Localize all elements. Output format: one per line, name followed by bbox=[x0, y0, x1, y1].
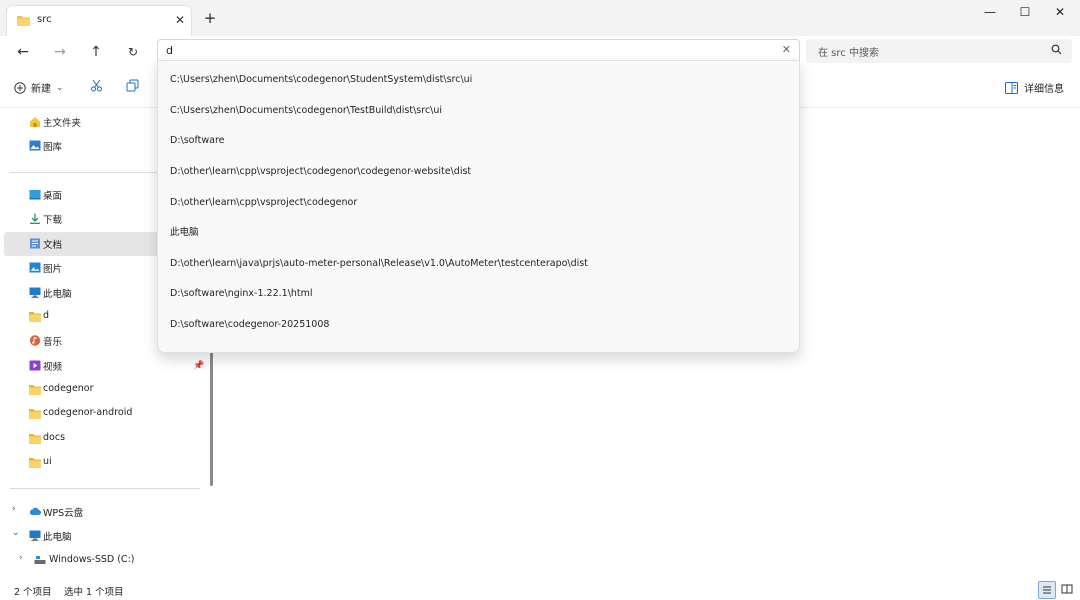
sidebar-item-drive-c[interactable]: › Windows-SSD (C:) bbox=[4, 549, 210, 573]
address-input-value: d bbox=[166, 44, 173, 57]
cut-button[interactable] bbox=[90, 79, 103, 96]
refresh-button[interactable]: ↻ bbox=[120, 39, 146, 65]
arrow-left-icon: ← bbox=[17, 44, 29, 60]
gallery-icon bbox=[29, 140, 41, 151]
sidebar-item-label: 图片 bbox=[43, 264, 63, 275]
sidebar-item-this-pc-tree[interactable]: ⌄ 此电脑 bbox=[4, 524, 210, 548]
maximize-button[interactable]: ☐ bbox=[1008, 0, 1042, 24]
music-icon bbox=[29, 335, 41, 346]
tab-close-button[interactable]: ✕ bbox=[171, 11, 189, 29]
scissors-icon bbox=[91, 79, 102, 92]
folder-icon bbox=[17, 15, 30, 29]
suggestion-item[interactable]: D:\other\learn\cpp\vsproject\codegenor bbox=[158, 188, 799, 218]
suggestion-item[interactable]: C:\Users\zhen\Documents\codegenor\TestBu… bbox=[158, 96, 799, 126]
tab-title: src bbox=[37, 14, 52, 25]
cloud-icon bbox=[29, 507, 41, 515]
sidebar-item-label: codegenor-android bbox=[43, 407, 133, 418]
folder-icon bbox=[29, 312, 41, 322]
sidebar-divider bbox=[10, 488, 200, 489]
sidebar-item-videos[interactable]: 视频 bbox=[4, 354, 210, 378]
address-suggestions-dropdown: C:\Users\zhen\Documents\codegenor\Studen… bbox=[157, 60, 800, 353]
sidebar-item-ui[interactable]: ui bbox=[4, 451, 210, 475]
sidebar-item-label: 此电脑 bbox=[43, 532, 72, 543]
status-bar: 2 个项目 选中 1 个项目 bbox=[0, 578, 1080, 600]
chevron-down-icon[interactable]: ⌄ bbox=[12, 528, 20, 538]
list-view-icon bbox=[1043, 586, 1051, 594]
refresh-icon: ↻ bbox=[127, 45, 139, 59]
pin-icon: 📌 bbox=[193, 361, 205, 371]
suggestion-item[interactable]: D:\other\learn\java\prjs\auto-meter-pers… bbox=[158, 249, 799, 279]
title-bar: src ✕ + — ☐ ✕ bbox=[0, 0, 1080, 36]
suggestion-item[interactable]: D:\software\nginx-1.22.1\html bbox=[158, 279, 799, 309]
chevron-down-icon: ⌄ bbox=[56, 82, 64, 93]
arrow-up-icon: ↑ bbox=[90, 44, 102, 60]
sidebar-item-wps-cloud[interactable]: › WPS云盘 bbox=[4, 500, 210, 524]
plus-circle-icon bbox=[14, 81, 26, 94]
tab-src[interactable]: src ✕ bbox=[6, 5, 192, 36]
sidebar-item-docs[interactable]: docs bbox=[4, 427, 210, 451]
sidebar-item-label: 图库 bbox=[43, 142, 63, 153]
tiles-view-icon bbox=[1061, 584, 1073, 594]
copy-button[interactable] bbox=[126, 79, 139, 96]
search-placeholder: 在 src 中搜索 bbox=[818, 48, 879, 59]
drive-icon bbox=[34, 556, 46, 564]
details-view-button[interactable] bbox=[1038, 581, 1056, 599]
sidebar-item-codegenor[interactable]: codegenor bbox=[4, 378, 210, 402]
sidebar-item-label: 此电脑 bbox=[43, 289, 72, 300]
sidebar-item-label: Windows-SSD (C:) bbox=[49, 554, 135, 565]
new-button-label: 新建 bbox=[31, 84, 51, 95]
search-input[interactable]: 在 src 中搜索 bbox=[806, 39, 1072, 63]
new-button[interactable]: 新建 ⌄ bbox=[14, 80, 64, 95]
details-pane-icon bbox=[1005, 81, 1018, 94]
sidebar-item-label: 音乐 bbox=[43, 337, 63, 348]
sidebar-item-label: WPS云盘 bbox=[43, 508, 84, 519]
sidebar-item-label: ui bbox=[43, 456, 52, 467]
desktop-icon bbox=[29, 190, 41, 200]
folder-icon bbox=[29, 434, 41, 444]
suggestion-item[interactable]: D:\software\codegenor-20251008 bbox=[158, 310, 799, 340]
tiles-view-button[interactable] bbox=[1059, 581, 1077, 599]
close-window-button[interactable]: ✕ bbox=[1043, 0, 1077, 24]
details-button[interactable]: 详细信息 bbox=[1005, 80, 1064, 95]
selected-count: 选中 1 个项目 bbox=[64, 587, 124, 598]
copy-icon bbox=[126, 79, 139, 92]
arrow-right-icon: → bbox=[54, 44, 66, 60]
sidebar-scrollbar[interactable] bbox=[210, 352, 213, 486]
folder-icon bbox=[29, 458, 41, 468]
sidebar-item-label: 下载 bbox=[43, 215, 63, 226]
computer-icon bbox=[29, 287, 41, 298]
download-icon bbox=[30, 213, 40, 224]
up-button[interactable]: ↑ bbox=[83, 39, 109, 65]
sidebar-item-label: 桌面 bbox=[43, 191, 63, 202]
suggestion-item[interactable]: C:\Users\zhen\Documents\codegenor\Studen… bbox=[158, 65, 799, 95]
minimize-button[interactable]: — bbox=[973, 0, 1007, 24]
sidebar-item-label: d bbox=[43, 310, 50, 321]
sidebar-item-label: codegenor bbox=[43, 383, 94, 394]
suggestion-item[interactable]: D:\other\learn\cpp\vsproject\codegenor\c… bbox=[158, 157, 799, 187]
sidebar-item-label: 文档 bbox=[43, 240, 63, 251]
sidebar-item-codegenor-android[interactable]: codegenor-android bbox=[4, 402, 210, 426]
back-button[interactable]: ← bbox=[10, 39, 36, 65]
chevron-right-icon[interactable]: › bbox=[12, 504, 16, 514]
sidebar-item-label: 主文件夹 bbox=[43, 118, 82, 129]
chevron-right-icon[interactable]: › bbox=[19, 553, 23, 563]
suggestion-item[interactable]: 此电脑 bbox=[158, 218, 799, 248]
computer-icon bbox=[29, 530, 41, 541]
new-tab-button[interactable]: + bbox=[201, 9, 219, 27]
suggestion-item[interactable]: D:\software bbox=[158, 126, 799, 156]
sidebar-item-label: docs bbox=[43, 432, 66, 443]
clear-address-button[interactable]: ✕ bbox=[782, 43, 791, 56]
folder-icon bbox=[29, 385, 41, 395]
forward-button[interactable]: → bbox=[47, 39, 73, 65]
home-icon bbox=[30, 117, 40, 127]
item-count: 2 个项目 bbox=[14, 587, 52, 598]
search-icon[interactable] bbox=[1051, 44, 1062, 58]
pictures-icon bbox=[29, 262, 41, 273]
sidebar-item-label: 视频 bbox=[43, 362, 63, 373]
video-icon bbox=[29, 360, 41, 371]
folder-icon bbox=[29, 409, 41, 419]
document-icon bbox=[30, 238, 40, 249]
details-button-label: 详细信息 bbox=[1024, 84, 1064, 95]
